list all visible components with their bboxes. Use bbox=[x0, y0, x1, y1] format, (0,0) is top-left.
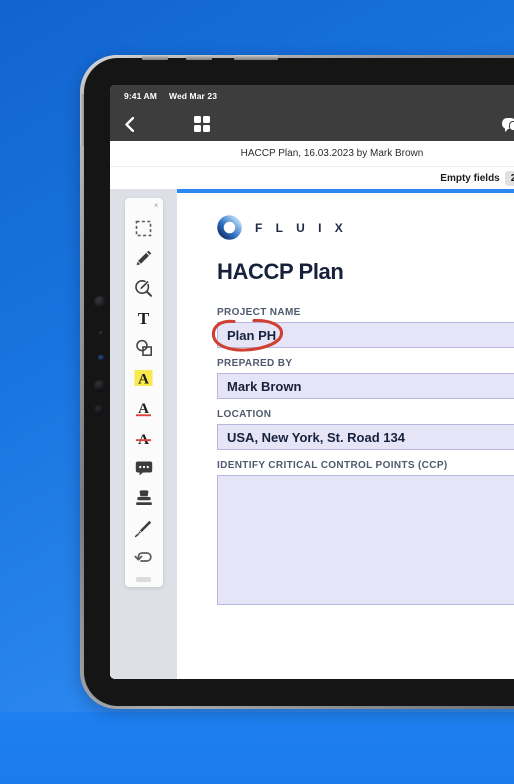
chat-bubbles-icon[interactable] bbox=[501, 115, 514, 133]
undo-tool[interactable] bbox=[129, 543, 159, 573]
camera-sensor-cluster bbox=[94, 296, 108, 415]
content-area: × T A A A F L U I X HACCP Plan PROJECT N… bbox=[110, 193, 514, 679]
field-input-project-name[interactable]: Plan PH bbox=[211, 319, 514, 352]
document-title-bar: HACCP Plan, 16.03.2023 by Mark Brown × bbox=[110, 141, 514, 167]
back-chevron-icon[interactable] bbox=[122, 116, 136, 132]
grid-cell bbox=[194, 116, 201, 123]
camera-lens-tertiary-icon bbox=[94, 405, 104, 415]
comment-bubble-icon bbox=[135, 461, 152, 476]
highlight-a-icon: A bbox=[134, 370, 153, 388]
app-top-bar: AA bbox=[110, 107, 514, 141]
field-value: Plan PH bbox=[227, 327, 277, 343]
field-input-prepared-by[interactable]: Mark Brown bbox=[217, 373, 514, 399]
field-value: Mark Brown bbox=[227, 378, 302, 394]
field-label: PROJECT NAME bbox=[217, 307, 301, 318]
field-label: LOCATION bbox=[217, 409, 272, 420]
grid-cell bbox=[203, 125, 210, 132]
undo-arrow-icon bbox=[134, 551, 152, 562]
stamp-tool[interactable] bbox=[129, 483, 159, 513]
document-title: HACCP Plan, 16.03.2023 by Mark Brown bbox=[240, 148, 424, 159]
fluix-logo-icon bbox=[217, 215, 242, 240]
close-toolbar-button[interactable]: × bbox=[154, 202, 159, 210]
tablet-screen: 9:41 AM Wed Mar 23 HACCP Plan, 16.03.202… bbox=[110, 85, 514, 679]
strikethrough-a-icon: A bbox=[136, 432, 151, 448]
field-value: USA, New York, St. Road 134 bbox=[227, 429, 405, 445]
hardware-button-1[interactable] bbox=[142, 55, 168, 60]
document-heading: HACCP Plan bbox=[217, 259, 344, 284]
brand-lockup: F L U I X bbox=[217, 215, 514, 240]
camera-lens-secondary-icon bbox=[94, 380, 106, 392]
top-bar-actions: AA bbox=[501, 107, 514, 141]
shape-tool[interactable] bbox=[129, 333, 159, 363]
empty-fields-bar: Empty fields 2 / 18 bbox=[110, 167, 514, 189]
grid-cell bbox=[203, 116, 210, 123]
text-t-icon: T bbox=[138, 310, 150, 327]
text-tool[interactable]: T bbox=[129, 303, 159, 333]
signature-tool[interactable] bbox=[129, 513, 159, 543]
power-button[interactable] bbox=[80, 94, 84, 146]
svg-text:T: T bbox=[138, 310, 150, 327]
underline-text-tool[interactable]: A bbox=[129, 393, 159, 423]
fountain-pen-icon bbox=[134, 520, 152, 537]
marker-pen-icon bbox=[136, 250, 152, 265]
form-field-project-name: PROJECT NAME Plan PH bbox=[211, 307, 514, 352]
underline-a-icon: A bbox=[136, 401, 151, 417]
tablet-device: 9:41 AM Wed Mar 23 HACCP Plan, 16.03.202… bbox=[80, 55, 514, 709]
empty-fields-label: Empty fields bbox=[440, 172, 500, 184]
grid-view-icon[interactable] bbox=[194, 116, 210, 132]
comment-tool[interactable] bbox=[129, 453, 159, 483]
status-bar: 9:41 AM Wed Mar 23 bbox=[110, 85, 514, 107]
stamp-icon bbox=[135, 490, 152, 505]
toolbar-drag-handle[interactable] bbox=[136, 577, 151, 582]
status-time: 9:41 AM bbox=[124, 91, 157, 101]
field-label: PREPARED BY bbox=[217, 358, 293, 369]
strikethrough-text-tool[interactable]: A bbox=[129, 423, 159, 453]
status-date: Wed Mar 23 bbox=[168, 91, 218, 101]
form-field-ccp: IDENTIFY CRITICAL CONTROL POINTS (CCP) bbox=[217, 460, 514, 605]
svg-text:A: A bbox=[138, 372, 149, 388]
magnify-edit-tool[interactable] bbox=[129, 273, 159, 303]
empty-fields-count-badge[interactable]: 2 bbox=[504, 170, 514, 186]
ambient-sensor-icon bbox=[98, 355, 104, 360]
dashed-selection-icon bbox=[135, 220, 152, 236]
select-area-tool[interactable] bbox=[129, 213, 159, 243]
sensor-dot-icon bbox=[99, 331, 102, 334]
brand-name: F L U I X bbox=[255, 220, 348, 235]
form-field-prepared-by: PREPARED BY Mark Brown bbox=[217, 358, 514, 399]
annotation-tool-panel: × T A A A bbox=[124, 198, 163, 587]
shapes-icon bbox=[135, 339, 152, 356]
background-band bbox=[0, 712, 514, 784]
field-input-ccp[interactable] bbox=[217, 475, 514, 605]
document-page: F L U I X HACCP Plan PROJECT NAME Plan P… bbox=[177, 193, 514, 679]
highlight-text-tool[interactable]: A bbox=[129, 363, 159, 393]
magnifier-pencil-icon bbox=[135, 279, 152, 297]
chat-bubble-front bbox=[508, 121, 514, 131]
annotation-tool-rail: × T A A A bbox=[110, 193, 177, 679]
hardware-button-3[interactable] bbox=[234, 55, 278, 60]
field-input-location[interactable]: USA, New York, St. Road 134 bbox=[217, 424, 514, 450]
highlighter-pen-tool[interactable] bbox=[129, 243, 159, 273]
hardware-button-2[interactable] bbox=[186, 55, 212, 60]
field-label: IDENTIFY CRITICAL CONTROL POINTS (CCP) bbox=[217, 460, 448, 471]
form-field-location: LOCATION USA, New York, St. Road 134 bbox=[217, 409, 514, 450]
grid-cell bbox=[194, 125, 201, 132]
camera-lens-icon bbox=[94, 296, 107, 309]
